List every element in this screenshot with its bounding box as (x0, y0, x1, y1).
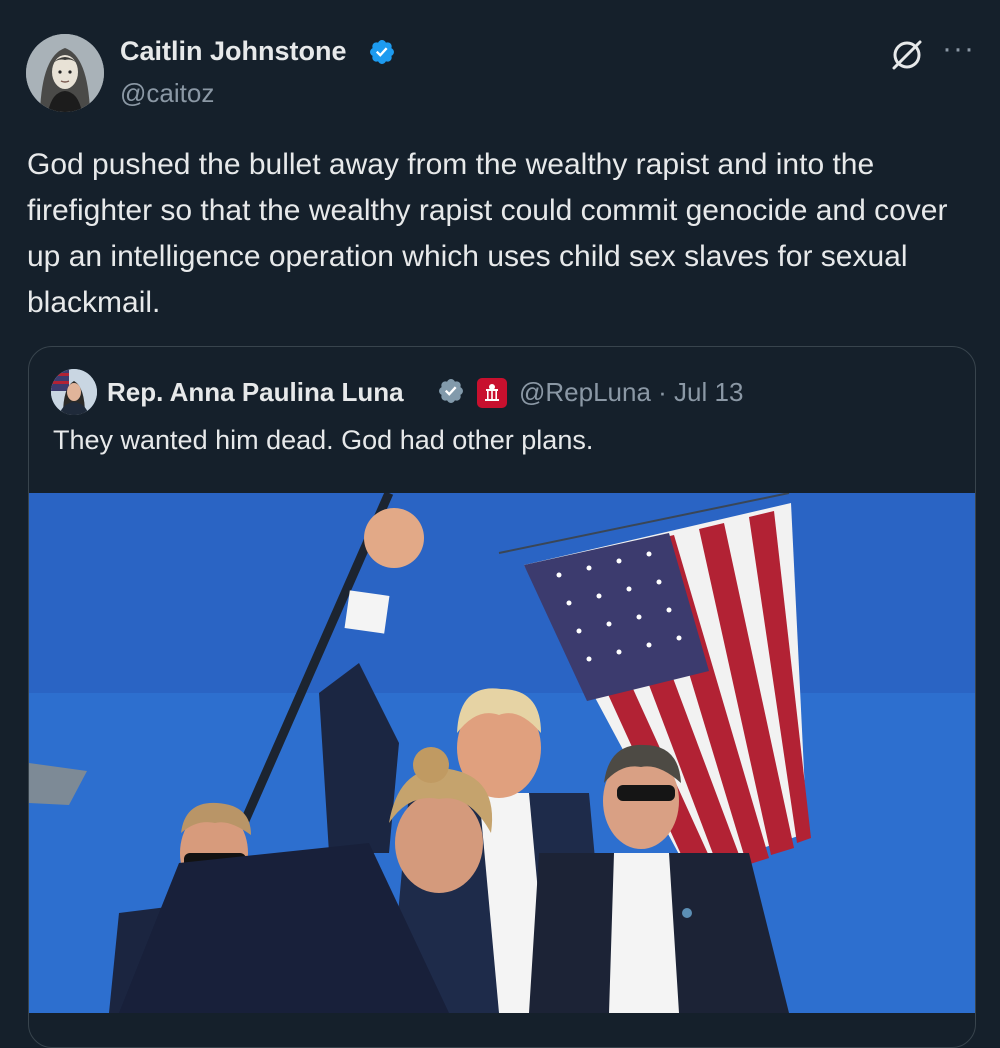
quoted-tweet-photo[interactable] (29, 491, 975, 1013)
quoted-handle-date[interactable]: @RepLuna · Jul 13 (519, 377, 743, 408)
capitol-badge-icon (477, 378, 507, 408)
author-avatar-illustration (26, 34, 104, 112)
quoted-tweet-card[interactable]: Rep. Anna Paulina Luna @RepLuna · Jul 13… (28, 346, 976, 1048)
more-icon[interactable]: ··· (942, 32, 975, 66)
verified-badge-icon (368, 38, 396, 71)
verified-badge-icon (437, 377, 465, 410)
quoted-tweet-text: They wanted him dead. God had other plan… (53, 425, 594, 455)
quoted-avatar-illustration (51, 369, 97, 415)
tweet-text: God pushed the bullet away from the weal… (27, 148, 948, 319)
author-avatar[interactable] (26, 34, 104, 112)
author-handle[interactable]: @caitoz (120, 78, 214, 109)
rally-photo-illustration (29, 491, 975, 1013)
author-name[interactable]: Caitlin Johnstone (120, 36, 347, 67)
quoted-author-name[interactable]: Rep. Anna Paulina Luna (107, 377, 404, 408)
quoted-author-avatar[interactable] (51, 369, 97, 415)
grok-icon[interactable] (890, 38, 924, 77)
